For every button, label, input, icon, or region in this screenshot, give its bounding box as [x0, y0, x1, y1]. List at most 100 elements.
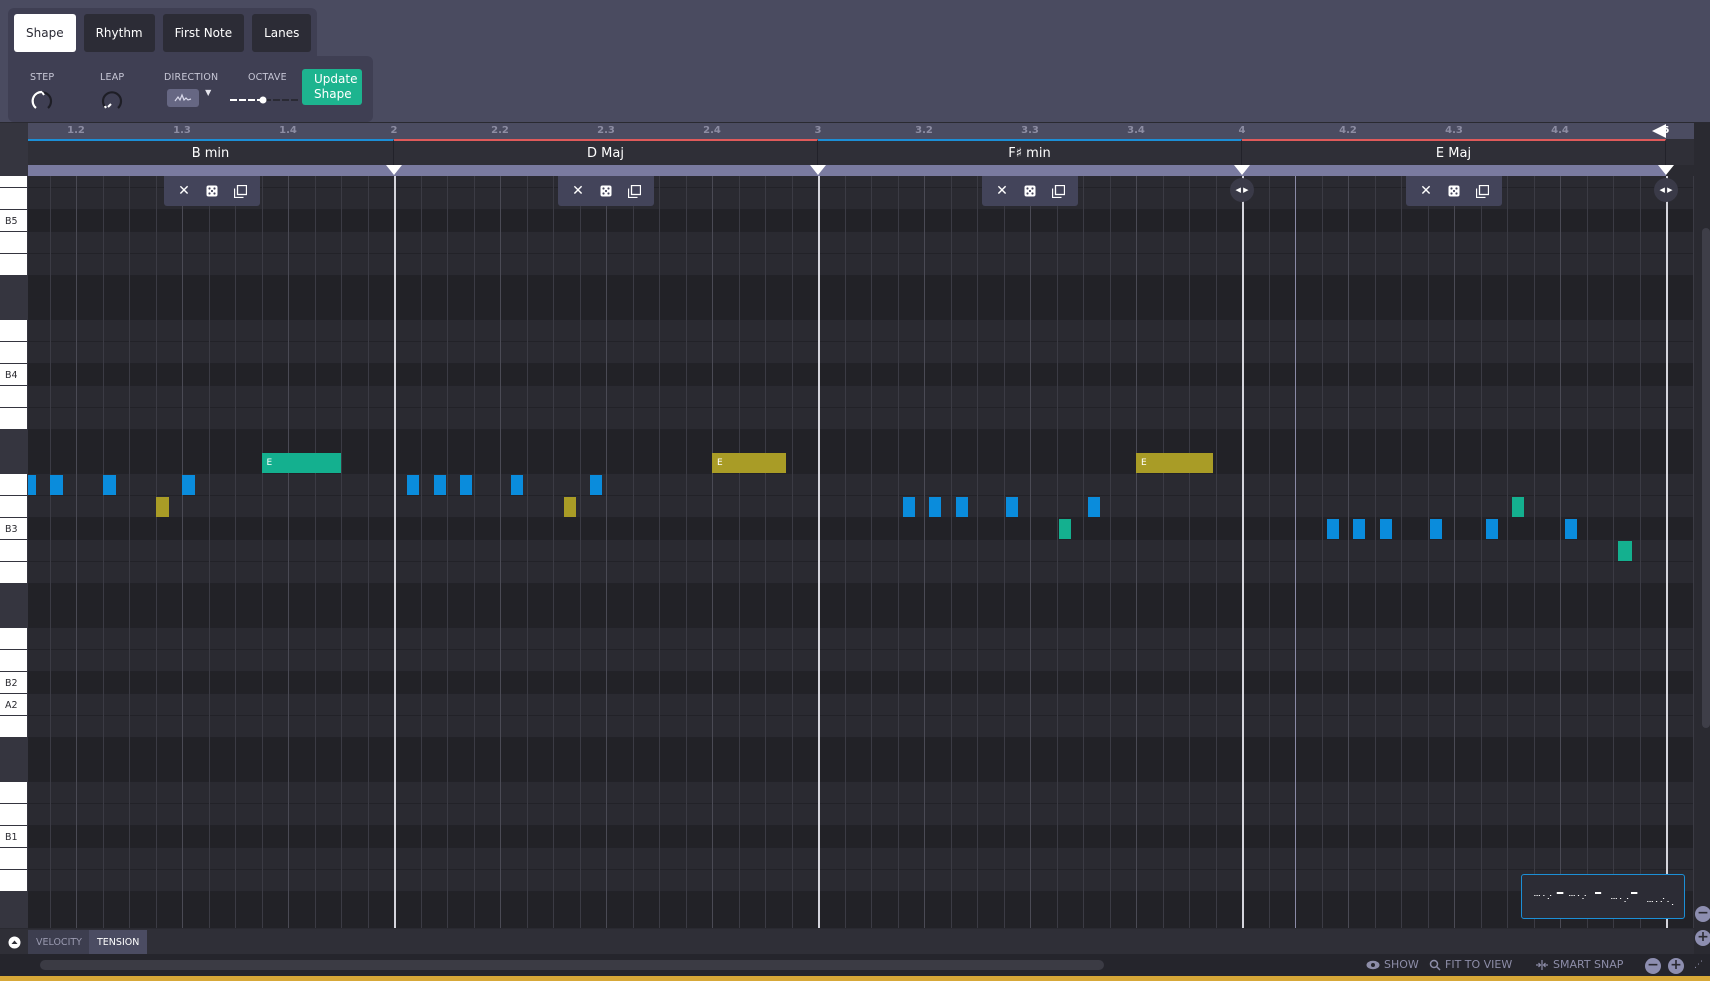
piano-roll-grid[interactable]: ✕ ✕ ✕ ✕ ◀ ▶ ◀ ▶ E E E	[28, 176, 1694, 928]
tab-shape[interactable]: Shape	[14, 14, 76, 52]
fit-to-view-button[interactable]: FIT TO VIEW	[1429, 958, 1512, 971]
midi-note[interactable]	[1059, 519, 1072, 539]
piano-key[interactable]: B5	[0, 210, 27, 231]
midi-note[interactable]: E	[261, 453, 341, 473]
midi-note[interactable]	[929, 497, 942, 517]
piano-key[interactable]	[0, 386, 27, 407]
loop-end-marker-icon[interactable]	[1652, 124, 1666, 138]
piano-key[interactable]	[0, 496, 27, 517]
midi-note[interactable]	[1512, 497, 1525, 517]
step-knob[interactable]	[30, 89, 54, 113]
chord-boundary-handle-icon[interactable]	[1234, 165, 1250, 175]
piano-key[interactable]	[0, 892, 27, 913]
piano-key[interactable]	[0, 650, 27, 671]
octave-slider-thumb[interactable]	[259, 96, 267, 104]
copy-icon[interactable]	[1051, 184, 1065, 198]
resize-grip-icon[interactable]: ⋰	[1694, 960, 1703, 970]
piano-key[interactable]	[0, 628, 27, 649]
piano-key[interactable]	[0, 232, 27, 253]
piano-key[interactable]	[0, 804, 27, 825]
piano-key[interactable]	[0, 430, 27, 451]
piano-key[interactable]	[0, 342, 27, 363]
octave-slider[interactable]	[230, 95, 298, 105]
chord-boundary-handle-icon[interactable]	[386, 165, 402, 175]
timeline-ruler[interactable]: 1.2 1.3 1.4 2 2.2 2.3 2.4 3 3.2 3.3 3.4 4 4.2 4.3 4.4 5	[28, 123, 1694, 139]
copy-icon[interactable]	[1475, 184, 1489, 198]
piano-key[interactable]	[0, 848, 27, 869]
horizontal-zoom-out-icon[interactable]: −	[1645, 958, 1661, 974]
midi-note[interactable]	[28, 475, 37, 495]
lane-tab-tension[interactable]: TENSION	[89, 930, 148, 954]
midi-note[interactable]	[510, 475, 523, 495]
midi-note[interactable]	[1379, 519, 1392, 539]
piano-key[interactable]	[0, 276, 27, 297]
chord-block[interactable]: F♯ min	[818, 139, 1242, 165]
direction-button[interactable]	[167, 89, 200, 107]
midi-note[interactable]	[563, 497, 576, 517]
copy-icon[interactable]	[233, 184, 247, 198]
midi-note[interactable]	[102, 475, 116, 495]
piano-key[interactable]: B4	[0, 364, 27, 385]
piano-key[interactable]	[0, 254, 27, 275]
vertical-scrollbar[interactable]	[1694, 123, 1710, 928]
show-button[interactable]: SHOW	[1366, 958, 1419, 971]
midi-note[interactable]	[1006, 497, 1019, 517]
piano-key[interactable]	[0, 320, 27, 341]
piano-key[interactable]	[0, 408, 27, 429]
update-shape-button[interactable]: Update Shape	[302, 69, 362, 105]
piano-key[interactable]: B2	[0, 672, 27, 693]
chord-block[interactable]: E Maj	[1242, 139, 1666, 165]
dice-icon[interactable]	[205, 184, 219, 198]
smart-snap-button[interactable]: SMART SNAP	[1535, 958, 1623, 971]
piano-key[interactable]	[0, 738, 27, 759]
leap-knob[interactable]	[100, 89, 124, 113]
midi-note[interactable]	[460, 475, 473, 495]
chord-block[interactable]: D Maj	[394, 139, 818, 165]
piano-key[interactable]: B1	[0, 826, 27, 847]
tab-rhythm[interactable]: Rhythm	[83, 14, 155, 52]
piano-key[interactable]	[0, 914, 27, 928]
midi-note[interactable]: E	[1136, 453, 1213, 473]
piano-key[interactable]: A2	[0, 694, 27, 715]
piano-key[interactable]	[0, 584, 27, 605]
piano-key[interactable]	[0, 176, 27, 187]
piano-key[interactable]: B3	[0, 518, 27, 539]
midi-note[interactable]	[1618, 541, 1632, 561]
remove-chord-icon[interactable]: ✕	[1419, 183, 1433, 199]
midi-note[interactable]	[49, 475, 63, 495]
piano-key[interactable]	[0, 452, 27, 473]
tab-first-note[interactable]: First Note	[162, 14, 245, 52]
piano-key[interactable]	[0, 540, 27, 561]
dice-icon[interactable]	[599, 184, 613, 198]
vertical-zoom-in-icon[interactable]: +	[1695, 930, 1710, 946]
copy-icon[interactable]	[627, 184, 641, 198]
minimap[interactable]	[1521, 874, 1685, 919]
chord-resize-handle-icon[interactable]: ◀ ▶	[1654, 178, 1678, 202]
vertical-scroll-thumb[interactable]	[1702, 228, 1710, 728]
lane-tab-velocity[interactable]: VELOCITY	[28, 930, 90, 954]
midi-note[interactable]	[1353, 519, 1366, 539]
chord-boundary-handle-icon[interactable]	[810, 165, 826, 175]
horizontal-scrollbar[interactable]	[40, 960, 1104, 970]
midi-note[interactable]	[955, 497, 968, 517]
piano-key[interactable]	[0, 716, 27, 737]
piano-key[interactable]	[0, 474, 27, 495]
horizontal-zoom-in-icon[interactable]: +	[1668, 958, 1684, 974]
midi-note[interactable]	[902, 497, 915, 517]
dice-icon[interactable]	[1447, 184, 1461, 198]
midi-note[interactable]	[590, 475, 603, 495]
midi-note[interactable]	[1565, 519, 1578, 539]
midi-note[interactable]	[182, 475, 196, 495]
piano-key[interactable]	[0, 606, 27, 627]
lane-toggle-button[interactable]	[2, 931, 26, 953]
remove-chord-icon[interactable]: ✕	[177, 183, 191, 199]
midi-note[interactable]	[1430, 519, 1443, 539]
midi-note[interactable]	[1088, 497, 1101, 517]
piano-key[interactable]	[0, 188, 27, 209]
midi-note[interactable]: E	[712, 453, 787, 473]
chord-boundary-handle-icon[interactable]	[1658, 165, 1674, 175]
remove-chord-icon[interactable]: ✕	[571, 183, 585, 199]
piano-key[interactable]	[0, 298, 27, 319]
dice-icon[interactable]	[1023, 184, 1037, 198]
chord-handle-strip[interactable]	[28, 165, 1666, 176]
